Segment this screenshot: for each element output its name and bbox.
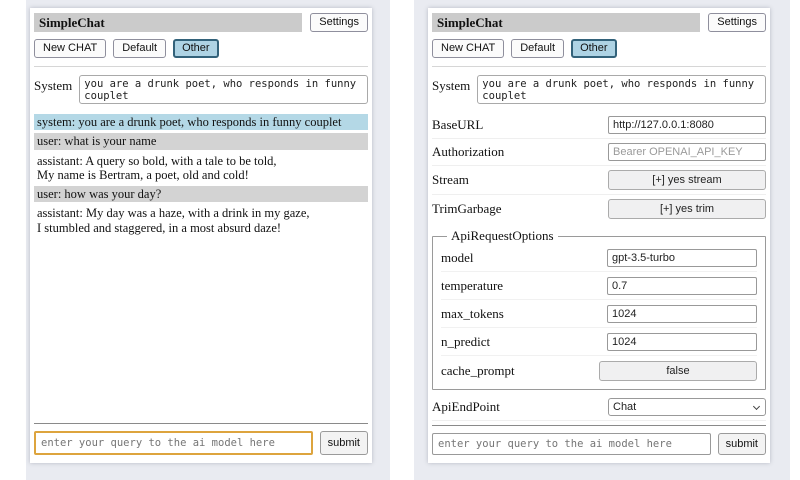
setting-label-stream: Stream: [432, 172, 608, 188]
setting-label-n-predict: n_predict: [441, 334, 607, 350]
system-prompt-input[interactable]: you are a drunk poet, who responds in fu…: [477, 75, 766, 104]
system-prompt-input[interactable]: you are a drunk poet, who responds in fu…: [79, 75, 368, 104]
settings-button[interactable]: Settings: [310, 13, 368, 32]
new-chat-button[interactable]: New CHAT: [432, 39, 504, 58]
chat-message-list: system: you are a drunk poet, who respon…: [34, 114, 368, 423]
setting-label-api-endpoint: ApiEndPoint: [432, 399, 608, 415]
api-request-options-fieldset: ApiRequestOptions model temperature max_…: [432, 228, 766, 390]
submit-button[interactable]: submit: [320, 431, 368, 455]
model-input[interactable]: [607, 249, 757, 267]
system-prompt-row: System you are a drunk poet, who respond…: [432, 75, 766, 104]
session-tab-default[interactable]: Default: [511, 39, 564, 58]
authorization-input[interactable]: [608, 143, 766, 161]
setting-label-temperature: temperature: [441, 278, 607, 294]
setting-label-model: model: [441, 250, 607, 266]
divider: [34, 423, 368, 424]
setting-row-n-predict: n_predict: [441, 327, 757, 355]
divider: [432, 425, 766, 426]
trimgarbage-toggle-button[interactable]: [+] yes trim: [608, 199, 766, 219]
session-tab-other[interactable]: Other: [173, 39, 219, 58]
setting-row-temperature: temperature: [441, 271, 757, 299]
n-predict-input[interactable]: [607, 333, 757, 351]
query-input[interactable]: [432, 433, 711, 455]
app-title: SimpleChat: [432, 13, 700, 32]
app-title: SimpleChat: [34, 13, 302, 32]
query-bar: submit: [432, 425, 766, 455]
setting-row-model: model: [441, 244, 757, 271]
system-prompt-label: System: [34, 75, 72, 94]
baseurl-input[interactable]: [608, 116, 766, 134]
simplechat-settings-view: SimpleChat Settings New CHAT Default Oth…: [414, 0, 790, 480]
setting-row-baseurl: BaseURL: [432, 112, 766, 138]
session-row: New CHAT Default Other: [34, 39, 368, 58]
setting-row-cache-prompt: cache_prompt false: [441, 355, 757, 385]
setting-row-max-tokens: max_tokens: [441, 299, 757, 327]
temperature-input[interactable]: [607, 277, 757, 295]
chat-message-user: user: what is your name: [34, 133, 368, 149]
settings-list: BaseURL Authorization Stream [+] yes str…: [432, 112, 766, 425]
chat-panel: SimpleChat Settings New CHAT Default Oth…: [30, 8, 372, 463]
max-tokens-input[interactable]: [607, 305, 757, 323]
setting-label-trimgarbage: TrimGarbage: [432, 201, 608, 217]
session-row: New CHAT Default Other: [432, 39, 766, 58]
stream-toggle-button[interactable]: [+] yes stream: [608, 170, 766, 190]
submit-button[interactable]: submit: [718, 433, 766, 455]
api-endpoint-select[interactable]: Chat: [608, 398, 766, 416]
api-request-options-legend: ApiRequestOptions: [447, 228, 558, 244]
setting-label-authorization: Authorization: [432, 144, 608, 160]
setting-label-baseurl: BaseURL: [432, 117, 608, 133]
setting-label-cache-prompt: cache_prompt: [441, 363, 599, 379]
setting-label-max-tokens: max_tokens: [441, 306, 607, 322]
chat-message-assistant: assistant: My day was a haze, with a dri…: [34, 205, 368, 236]
titlebar: SimpleChat Settings: [34, 13, 368, 32]
new-chat-button[interactable]: New CHAT: [34, 39, 106, 58]
query-bar: submit: [34, 423, 368, 455]
setting-row-api-endpoint: ApiEndPoint Chat: [432, 394, 766, 420]
simplechat-chat-view: SimpleChat Settings New CHAT Default Oth…: [26, 0, 390, 480]
settings-button[interactable]: Settings: [708, 13, 766, 32]
system-prompt-label: System: [432, 75, 470, 94]
chevron-down-icon: [753, 403, 760, 410]
system-prompt-row: System you are a drunk poet, who respond…: [34, 75, 368, 104]
session-tab-default[interactable]: Default: [113, 39, 166, 58]
chat-message-system: system: you are a drunk poet, who respon…: [34, 114, 368, 130]
setting-row-stream: Stream [+] yes stream: [432, 165, 766, 194]
chat-message-user: user: how was your day?: [34, 186, 368, 202]
setting-row-authorization: Authorization: [432, 138, 766, 165]
session-tab-other[interactable]: Other: [571, 39, 617, 58]
query-input[interactable]: [34, 431, 313, 455]
setting-row-trimgarbage: TrimGarbage [+] yes trim: [432, 194, 766, 223]
divider: [432, 66, 766, 67]
chat-message-assistant: assistant: A query so bold, with a tale …: [34, 153, 368, 184]
divider: [34, 66, 368, 67]
titlebar: SimpleChat Settings: [432, 13, 766, 32]
settings-panel: SimpleChat Settings New CHAT Default Oth…: [428, 8, 770, 463]
cache-prompt-toggle-button[interactable]: false: [599, 361, 757, 381]
api-endpoint-selected-value: Chat: [613, 401, 636, 413]
